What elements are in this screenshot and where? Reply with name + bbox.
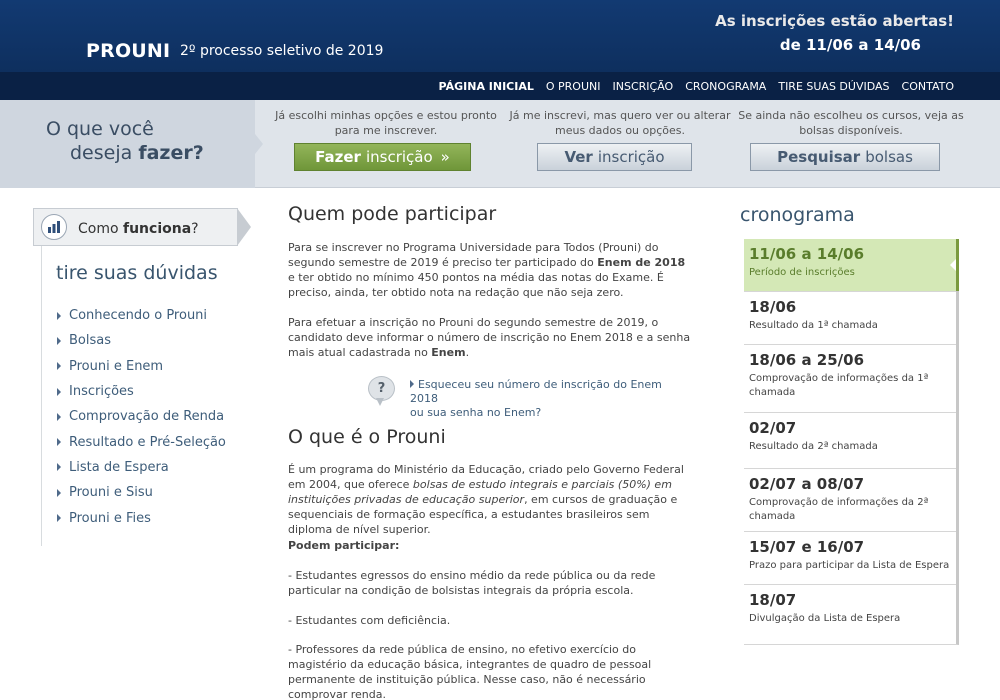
schedule-item-comprovacao-2[interactable]: 02/07 a 08/07 Comprovação de informações …	[744, 469, 956, 532]
pesquisar-bolsas-button[interactable]: Pesquisar bolsas	[750, 143, 940, 171]
como-funciona-button[interactable]: Como funciona?	[33, 208, 251, 246]
process-subtitle: 2º processo seletivo de 2019	[180, 43, 384, 59]
schedule-title: cronograma	[740, 204, 855, 226]
triangle-right-icon	[57, 311, 61, 320]
action-banner: O que você deseja fazer? Já escolhi minh…	[0, 100, 1000, 188]
schedule-list: 11/06 a 14/06 Período de inscrições 18/06…	[744, 239, 959, 645]
sidebar-divider	[41, 246, 42, 546]
faq-item-conhecendo[interactable]: Conhecendo o Prouni	[57, 303, 226, 328]
faq-item-lista-espera[interactable]: Lista de Espera	[57, 455, 226, 480]
schedule-item-divulgacao-lista[interactable]: 18/07 Divulgação da Lista de Espera	[744, 585, 956, 643]
triangle-right-icon	[57, 412, 61, 421]
como-funciona-label: Como funciona?	[78, 221, 199, 237]
fazer-inscricao-button[interactable]: Fazer inscrição»	[294, 143, 471, 171]
triangle-right-icon	[57, 438, 61, 447]
triangle-right-icon	[57, 362, 61, 371]
registration-notice: As inscrições estão abertas!	[715, 12, 954, 30]
faq-list: Conhecendo o Prouni Bolsas Prouni e Enem…	[57, 303, 226, 531]
banner-question-panel: O que você deseja fazer?	[0, 100, 255, 188]
site-logo[interactable]: PROUNI	[86, 40, 170, 62]
schedule-item-resultado-1[interactable]: 18/06 Resultado da 1ª chamada	[744, 292, 956, 345]
forgot-credentials-link[interactable]: ? Esqueceu seu número de inscrição do En…	[368, 376, 688, 419]
criterio-egressos: - Estudantes egressos do ensino médio da…	[288, 569, 656, 597]
option-text-inscricao: Já escolhi minhas opções e estou pronto p…	[275, 109, 497, 137]
nav-item-prouni[interactable]: O PROUNI	[546, 80, 601, 93]
paragraph-inscricao: Para efetuar a inscrição no Prouni do se…	[288, 316, 691, 359]
paragraph-descricao: É um programa do Ministério da Educação,…	[288, 463, 684, 536]
paragraph-requisitos: Para se inscrever no Programa Universida…	[288, 241, 686, 299]
triangle-right-icon	[57, 336, 61, 345]
faq-item-enem[interactable]: Prouni e Enem	[57, 354, 226, 379]
triangle-right-icon	[57, 463, 61, 472]
section-title-quem-pode: Quem pode participar	[288, 203, 497, 225]
sidebar-title: tire suas dúvidas	[56, 262, 218, 284]
double-chevron-icon: »	[440, 148, 450, 166]
nav-item-duvidas[interactable]: TIRE SUAS DÚVIDAS	[778, 80, 889, 93]
option-text-ver: Já me inscrevi, mas quero ver ou alterar…	[509, 109, 731, 137]
faq-item-renda[interactable]: Comprovação de Renda	[57, 404, 226, 429]
triangle-right-icon	[410, 380, 414, 388]
schedule-item-inscricoes[interactable]: 11/06 a 14/06 Período de inscrições	[744, 239, 959, 292]
faq-item-inscricoes[interactable]: Inscrições	[57, 379, 226, 404]
faq-item-resultado[interactable]: Resultado e Pré-Seleção	[57, 429, 226, 454]
bar-chart-icon	[41, 214, 67, 240]
section-title-o-que-e: O que é o Prouni	[288, 426, 446, 448]
nav-item-inscricao[interactable]: INSCRIÇÃO	[613, 80, 674, 93]
triangle-right-icon	[57, 514, 61, 523]
schedule-item-prazo-lista[interactable]: 15/07 e 16/07 Prazo para participar da Li…	[744, 532, 956, 585]
registration-dates: de 11/06 a 14/06	[779, 36, 921, 54]
criterio-deficiencia: - Estudantes com deficiência.	[288, 614, 451, 627]
nav-item-contato[interactable]: CONTATO	[902, 80, 954, 93]
triangle-right-icon	[57, 387, 61, 396]
top-nav: PÁGINA INICIAL O PROUNI INSCRIÇÃO CRONOG…	[0, 72, 1000, 100]
podem-participar-title: Podem participar:	[288, 539, 400, 552]
schedule-item-comprovacao-1[interactable]: 18/06 a 25/06 Comprovação de informações …	[744, 345, 956, 413]
faq-item-bolsas[interactable]: Bolsas	[57, 328, 226, 353]
schedule-item-resultado-2[interactable]: 02/07 Resultado da 2ª chamada	[744, 413, 956, 469]
faq-item-fies[interactable]: Prouni e Fies	[57, 505, 226, 530]
criterio-professores: - Professores da rede pública de ensino,…	[288, 643, 652, 700]
site-header: PROUNI 2º processo seletivo de 2019 As i…	[0, 0, 1000, 72]
ver-inscricao-button[interactable]: Ver inscrição	[537, 143, 692, 171]
nav-item-home[interactable]: PÁGINA INICIAL	[439, 80, 534, 93]
option-text-pesquisar: Se ainda não escolheu os cursos, veja as…	[738, 109, 964, 137]
nav-item-cronograma[interactable]: CRONOGRAMA	[685, 80, 766, 93]
banner-question-line1: O que você	[46, 118, 154, 140]
banner-arrow	[255, 134, 263, 154]
faq-item-sisu[interactable]: Prouni e Sisu	[57, 480, 226, 505]
banner-question-line2: deseja fazer?	[70, 142, 204, 164]
triangle-right-icon	[57, 488, 61, 497]
